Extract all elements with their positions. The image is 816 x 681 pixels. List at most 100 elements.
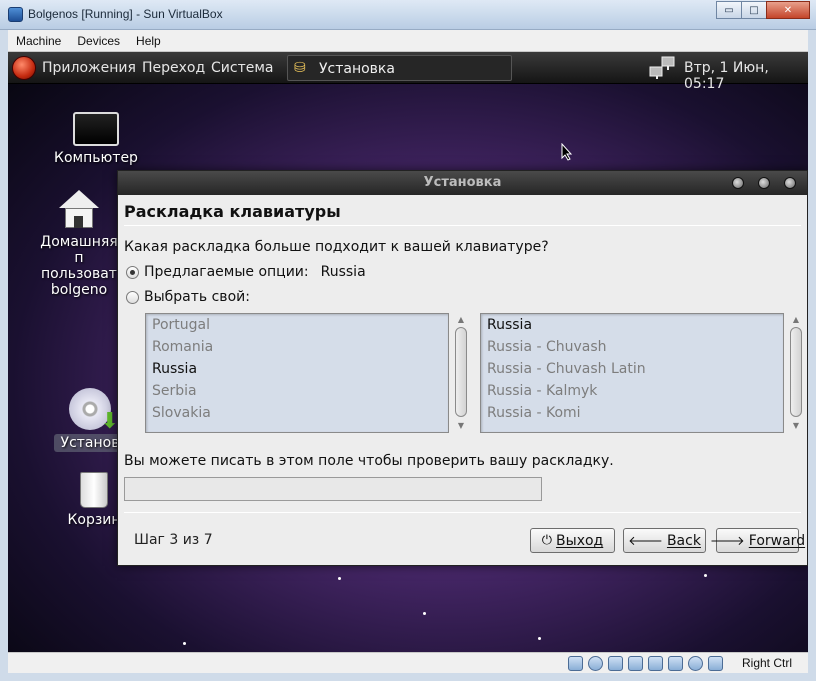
desktop-icon-home[interactable]: Домашняя п пользоват bolgeno bbox=[34, 190, 124, 298]
list-item[interactable]: Slovakia bbox=[146, 402, 448, 424]
computer-icon bbox=[73, 112, 119, 146]
installer-icon: ⛁ bbox=[294, 60, 306, 76]
maximize-button[interactable]: □ bbox=[741, 1, 767, 19]
desktop-icon-installer[interactable]: ⬇ Установ bbox=[54, 388, 126, 452]
taskbar-item-installer[interactable]: ⛁ Установка bbox=[287, 55, 512, 81]
test-hint: Вы можете писать в этом поле чтобы прове… bbox=[124, 453, 614, 469]
vbox-statusbar: Right Ctrl bbox=[8, 652, 808, 673]
mouse-pointer-icon bbox=[561, 143, 573, 161]
page-title: Раскладка клавиатуры bbox=[124, 202, 341, 221]
vbox-menubar: Machine Devices Help bbox=[8, 30, 808, 52]
menu-help[interactable]: Help bbox=[128, 34, 169, 48]
divider bbox=[124, 512, 801, 513]
taskbar-item-label: Установка bbox=[319, 61, 395, 77]
back-button-label: Back bbox=[666, 532, 701, 549]
dialog-close-button[interactable] bbox=[784, 177, 796, 189]
list-item[interactable]: Russia - Kalmyk bbox=[481, 380, 783, 402]
layout-question: Какая раскладка больше подходит к вашей … bbox=[124, 239, 549, 255]
back-button[interactable]: 🡐 Back bbox=[623, 528, 706, 553]
radio-choose[interactable]: Выбрать свой: bbox=[126, 289, 250, 305]
quit-button[interactable]: ⏻ Выход bbox=[530, 528, 615, 553]
desktop-icon-label: Установ bbox=[54, 434, 126, 452]
panel-menu-system[interactable]: Система bbox=[211, 60, 273, 76]
frame-right bbox=[808, 30, 816, 681]
close-button[interactable]: ✕ bbox=[766, 1, 810, 19]
list-item-selected[interactable]: Russia bbox=[481, 314, 783, 336]
step-indicator: Шаг 3 из 7 bbox=[134, 532, 213, 548]
suggested-value: Russia bbox=[320, 264, 366, 280]
country-list[interactable]: Portugal Romania Russia Serbia Slovakia bbox=[145, 313, 449, 433]
cd-drive-icon[interactable] bbox=[588, 656, 603, 671]
desktop-icon-computer[interactable]: Компьютер bbox=[54, 112, 138, 166]
radio-suggested[interactable]: Предлагаемые опции: Russia bbox=[126, 264, 366, 280]
quit-button-label: Выход bbox=[556, 532, 604, 549]
frame-left bbox=[0, 30, 8, 681]
variant-list-scrollbar[interactable]: ▲ ▼ bbox=[790, 313, 802, 433]
arrow-right-icon: 🡒 bbox=[709, 533, 745, 549]
dialog-titlebar[interactable]: Установка bbox=[118, 171, 807, 195]
network-icon[interactable] bbox=[648, 56, 678, 80]
mouse-integration-icon[interactable] bbox=[688, 656, 703, 671]
status-icons bbox=[568, 656, 723, 671]
divider bbox=[124, 225, 801, 226]
list-item[interactable]: Serbia bbox=[146, 380, 448, 402]
dialog-maximize-button[interactable] bbox=[758, 177, 770, 189]
scroll-up-icon[interactable]: ▲ bbox=[791, 315, 801, 325]
panel-clock[interactable]: Втр, 1 Июн, 05:17 bbox=[684, 60, 808, 92]
minimize-button[interactable]: ▭ bbox=[716, 1, 742, 19]
radio-suggested-indicator[interactable] bbox=[126, 265, 139, 279]
radio-choose-indicator[interactable] bbox=[126, 290, 139, 304]
shared-folders-icon[interactable] bbox=[648, 656, 663, 671]
installer-dialog: Установка Раскладка клавиатуры Какая рас… bbox=[117, 170, 808, 566]
home-icon bbox=[59, 190, 99, 230]
list-item[interactable]: Russia - Chuvash bbox=[481, 336, 783, 358]
keyboard-test-input[interactable] bbox=[124, 477, 542, 501]
forward-button[interactable]: 🡒 Forward bbox=[710, 528, 805, 553]
list-item[interactable]: Russia - Chuvash Latin bbox=[481, 358, 783, 380]
desktop-icon-label: Корзин bbox=[67, 512, 121, 528]
country-list-scrollbar[interactable]: ▲ ▼ bbox=[455, 313, 467, 433]
scroll-down-icon[interactable]: ▼ bbox=[791, 421, 801, 431]
forward-button-label: Forward bbox=[748, 532, 806, 549]
vrdp-icon[interactable] bbox=[668, 656, 683, 671]
list-item[interactable]: Portugal bbox=[146, 314, 448, 336]
menu-machine[interactable]: Machine bbox=[8, 34, 69, 48]
desktop-icon-trash[interactable]: Корзин bbox=[64, 472, 124, 528]
window-controls: ▭ □ ✕ bbox=[716, 1, 810, 19]
hard-disk-icon[interactable] bbox=[568, 656, 583, 671]
dialog-title: Установка bbox=[423, 175, 502, 190]
desktop-icon-label: Компьютер bbox=[54, 150, 138, 166]
frame-bottom bbox=[0, 673, 816, 681]
arrow-left-icon: 🡐 bbox=[628, 533, 663, 549]
list-item-selected[interactable]: Russia bbox=[146, 358, 448, 380]
menu-devices[interactable]: Devices bbox=[69, 34, 128, 48]
scroll-up-icon[interactable]: ▲ bbox=[456, 315, 466, 325]
host-key-label: Right Ctrl bbox=[742, 656, 793, 670]
star bbox=[538, 637, 541, 640]
star bbox=[423, 612, 426, 615]
virtualbox-icon bbox=[8, 7, 23, 22]
scrollbar-thumb[interactable] bbox=[790, 327, 802, 417]
dialog-minimize-button[interactable] bbox=[732, 177, 744, 189]
variant-list[interactable]: Russia Russia - Chuvash Russia - Chuvash… bbox=[480, 313, 784, 433]
distro-logo-icon[interactable] bbox=[12, 56, 36, 80]
list-item[interactable]: Russia - Komi bbox=[481, 402, 783, 424]
power-icon: ⏻ bbox=[541, 533, 553, 548]
install-disc-icon: ⬇ bbox=[69, 388, 119, 434]
star bbox=[338, 577, 341, 580]
window-title: Bolgenos [Running] - Sun VirtualBox bbox=[28, 7, 223, 21]
trash-icon bbox=[80, 472, 108, 508]
star bbox=[183, 642, 186, 645]
vbox-titlebar: Bolgenos [Running] - Sun VirtualBox ▭ □ … bbox=[0, 0, 816, 30]
panel-menu-applications[interactable]: Приложения bbox=[42, 60, 136, 76]
scroll-down-icon[interactable]: ▼ bbox=[456, 421, 466, 431]
radio-suggested-label: Предлагаемые опции: bbox=[144, 264, 309, 280]
radio-choose-label: Выбрать свой: bbox=[144, 289, 250, 305]
top-panel: Приложения Переход Система ⛁ Установка В… bbox=[8, 52, 808, 92]
network-adapter-icon[interactable] bbox=[608, 656, 623, 671]
star bbox=[704, 574, 707, 577]
list-item[interactable]: Romania bbox=[146, 336, 448, 358]
scrollbar-thumb[interactable] bbox=[455, 327, 467, 417]
usb-icon[interactable] bbox=[628, 656, 643, 671]
panel-menu-places[interactable]: Переход bbox=[142, 60, 205, 76]
